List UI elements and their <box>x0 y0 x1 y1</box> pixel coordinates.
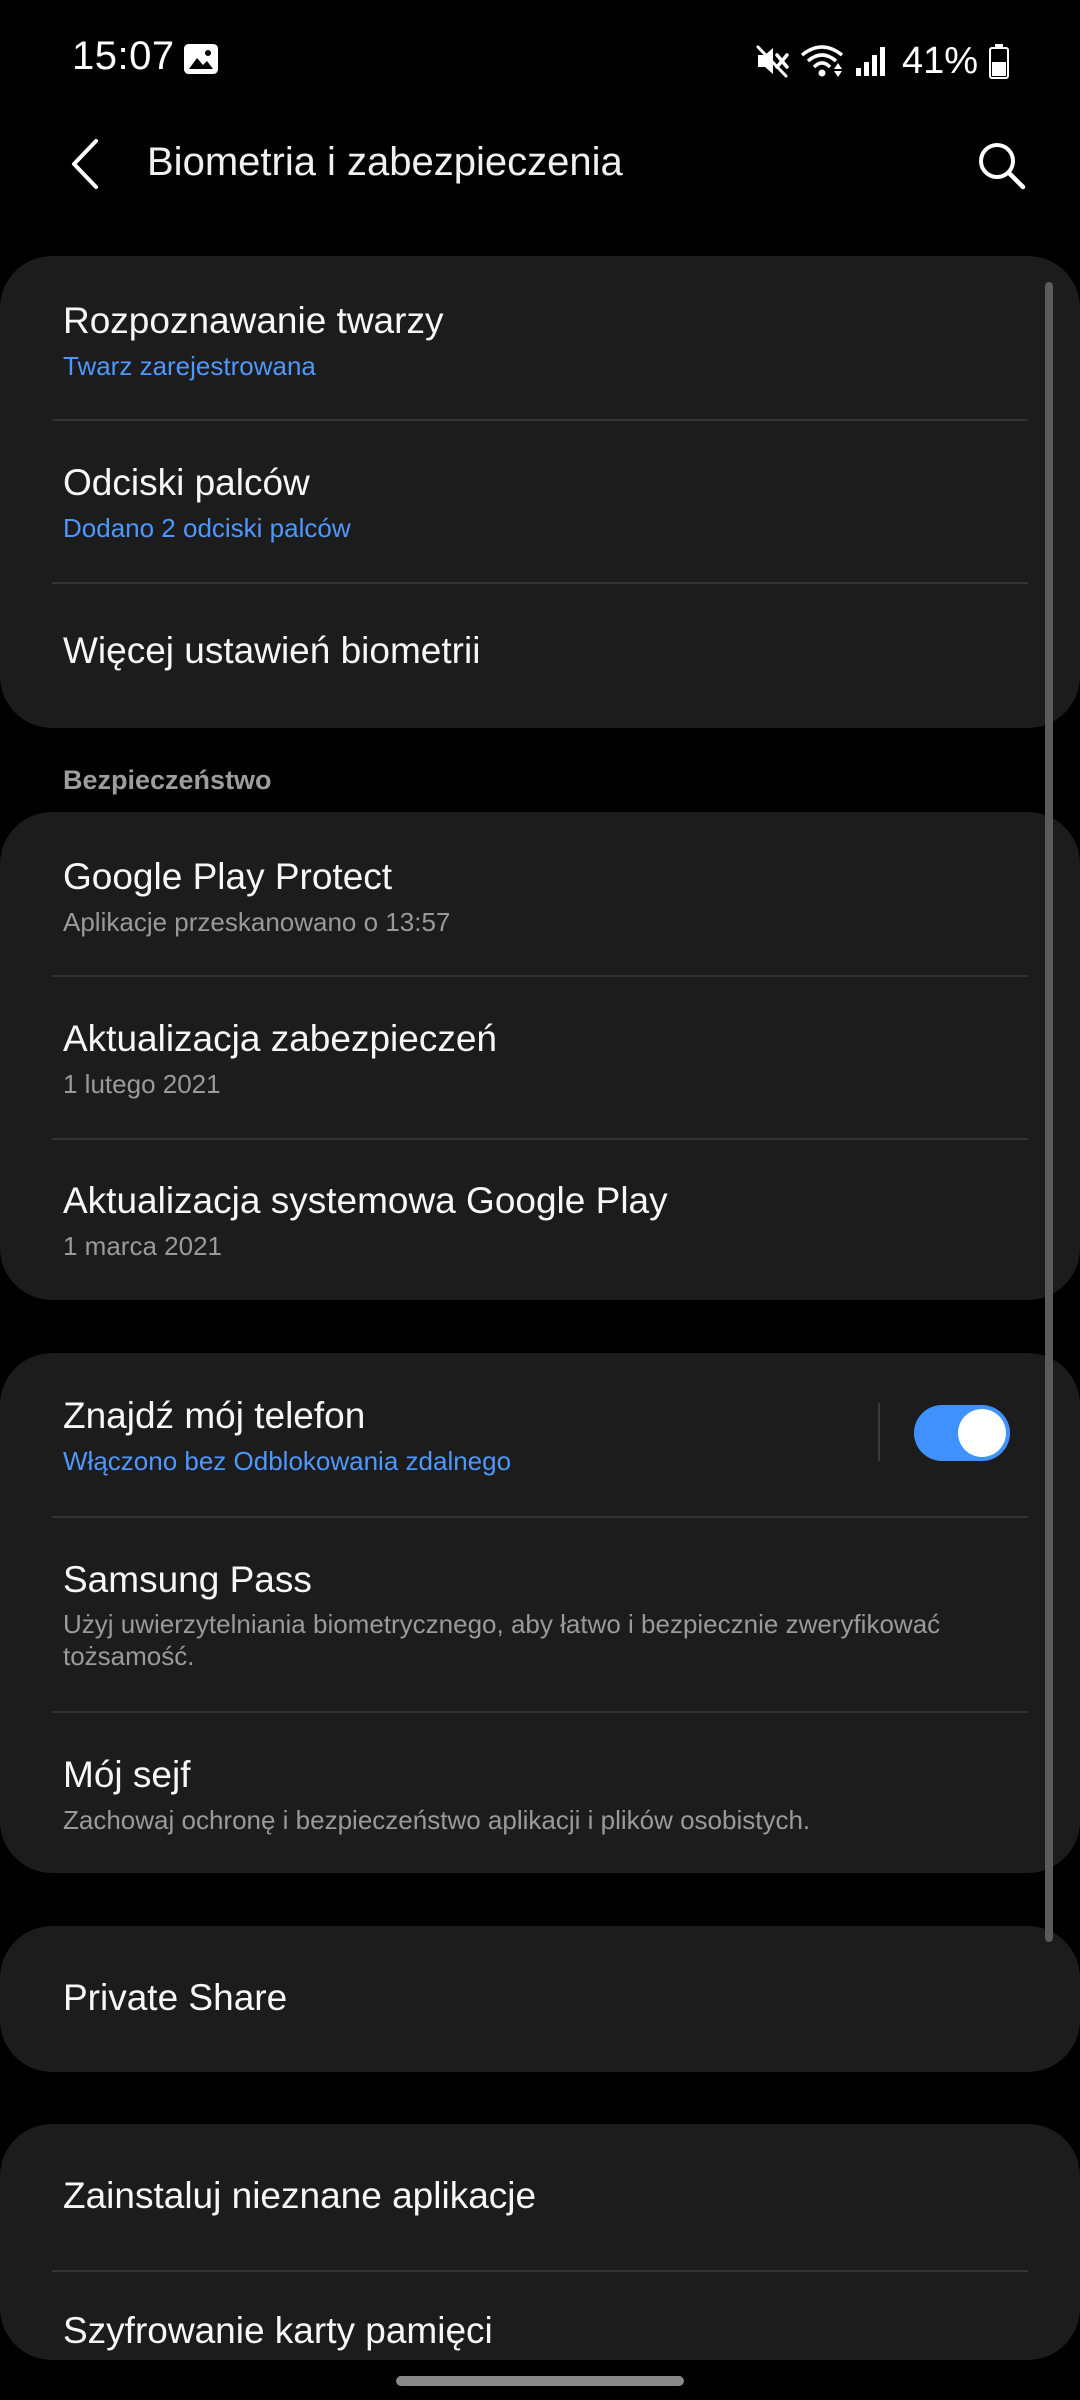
item-subtitle: Dodano 2 odciski palców <box>63 513 351 543</box>
other-security-card: Zainstaluj nieznane aplikacje Szyfrowani… <box>0 2124 1080 2360</box>
signal-icon <box>855 47 885 76</box>
gallery-icon <box>184 44 218 74</box>
status-bar: 15:07 41% <box>0 0 1080 120</box>
app-bar: Biometria i zabezpieczenia <box>0 120 1080 210</box>
biometrics-card: Rozpoznawanie twarzy Twarz zarejestrowan… <box>0 256 1080 728</box>
home-gesture-bar[interactable] <box>396 2376 684 2386</box>
item-title: Mój sejf <box>63 1754 191 1795</box>
status-icons: 41% <box>754 38 1010 84</box>
search-button[interactable] <box>968 132 1036 200</box>
battery-icon <box>989 44 1009 79</box>
item-title: Private Share <box>63 1977 288 2018</box>
device-card: Znajdź mój telefon Włączono bez Odblokow… <box>0 1353 1080 1873</box>
security-section-header: Bezpieczeństwo <box>63 765 272 795</box>
google-play-system-update-item[interactable]: Aktualizacja systemowa Google Play 1 mar… <box>0 1140 1080 1300</box>
item-subtitle: Włączono bez Odblokowania zdalnego <box>63 1446 512 1476</box>
security-update-item[interactable]: Aktualizacja zabezpieczeń 1 lutego 2021 <box>0 977 1080 1139</box>
item-title: Aktualizacja systemowa Google Play <box>63 1180 668 1221</box>
toggle-knob <box>958 1409 1006 1457</box>
back-arrow-icon <box>72 139 98 189</box>
item-subtitle: Zachowaj ochronę i bezpieczeństwo aplika… <box>63 1805 811 1835</box>
private-share-item[interactable]: Private Share <box>0 1926 1080 2072</box>
sd-card-encryption-item[interactable]: Szyfrowanie karty pamięci <box>0 2272 1080 2360</box>
item-title: Aktualizacja zabezpieczeń <box>63 1018 497 1059</box>
wifi-icon <box>800 45 844 77</box>
mute-icon <box>756 45 789 78</box>
item-subtitle: 1 marca 2021 <box>63 1231 222 1261</box>
item-subtitle: Użyj uwierzytelniania biometrycznego, ab… <box>63 1609 941 1671</box>
item-title: Znajdź mój telefon <box>63 1395 366 1436</box>
samsung-pass-item[interactable]: Samsung Pass Użyj uwierzytelniania biome… <box>0 1518 1080 1712</box>
security-card: Google Play Protect Aplikacje przeskanow… <box>0 812 1080 1300</box>
install-unknown-apps-item[interactable]: Zainstaluj nieznane aplikacje <box>0 2124 1080 2270</box>
scrollbar[interactable] <box>1045 282 1053 1942</box>
item-title: Rozpoznawanie twarzy <box>63 300 444 341</box>
item-subtitle: Aplikacje przeskanowano o 13:57 <box>63 907 451 937</box>
item-title: Zainstaluj nieznane aplikacje <box>63 2175 537 2216</box>
find-my-phone-toggle[interactable] <box>914 1405 1010 1461</box>
fingerprints-item[interactable]: Odciski palców Dodano 2 odciski palców <box>0 421 1080 583</box>
secure-folder-item[interactable]: Mój sejf Zachowaj ochronę i bezpieczeńst… <box>0 1713 1080 1873</box>
item-subtitle: Twarz zarejestrowana <box>63 351 316 381</box>
private-share-card: Private Share <box>0 1926 1080 2072</box>
item-title: Szyfrowanie karty pamięci <box>63 2310 493 2351</box>
battery-percent: 41% <box>901 39 978 82</box>
google-play-protect-item[interactable]: Google Play Protect Aplikacje przeskanow… <box>0 812 1080 975</box>
item-title: Odciski palców <box>63 462 310 503</box>
find-my-phone-item[interactable]: Znajdź mój telefon Włączono bez Odblokow… <box>0 1353 1080 1516</box>
back-button[interactable] <box>56 134 116 194</box>
toggle-separator <box>878 1403 880 1461</box>
more-biometrics-item[interactable]: Więcej ustawień biometrii <box>0 584 1080 728</box>
face-recognition-item[interactable]: Rozpoznawanie twarzy Twarz zarejestrowan… <box>0 256 1080 419</box>
item-title: Więcej ustawień biometrii <box>63 630 481 671</box>
item-title: Samsung Pass <box>63 1559 312 1600</box>
item-title: Google Play Protect <box>63 856 393 897</box>
page-title: Biometria i zabezpieczenia <box>147 140 623 184</box>
status-time: 15:07 <box>72 34 175 78</box>
item-subtitle: 1 lutego 2021 <box>63 1069 221 1099</box>
search-icon <box>979 143 1026 190</box>
